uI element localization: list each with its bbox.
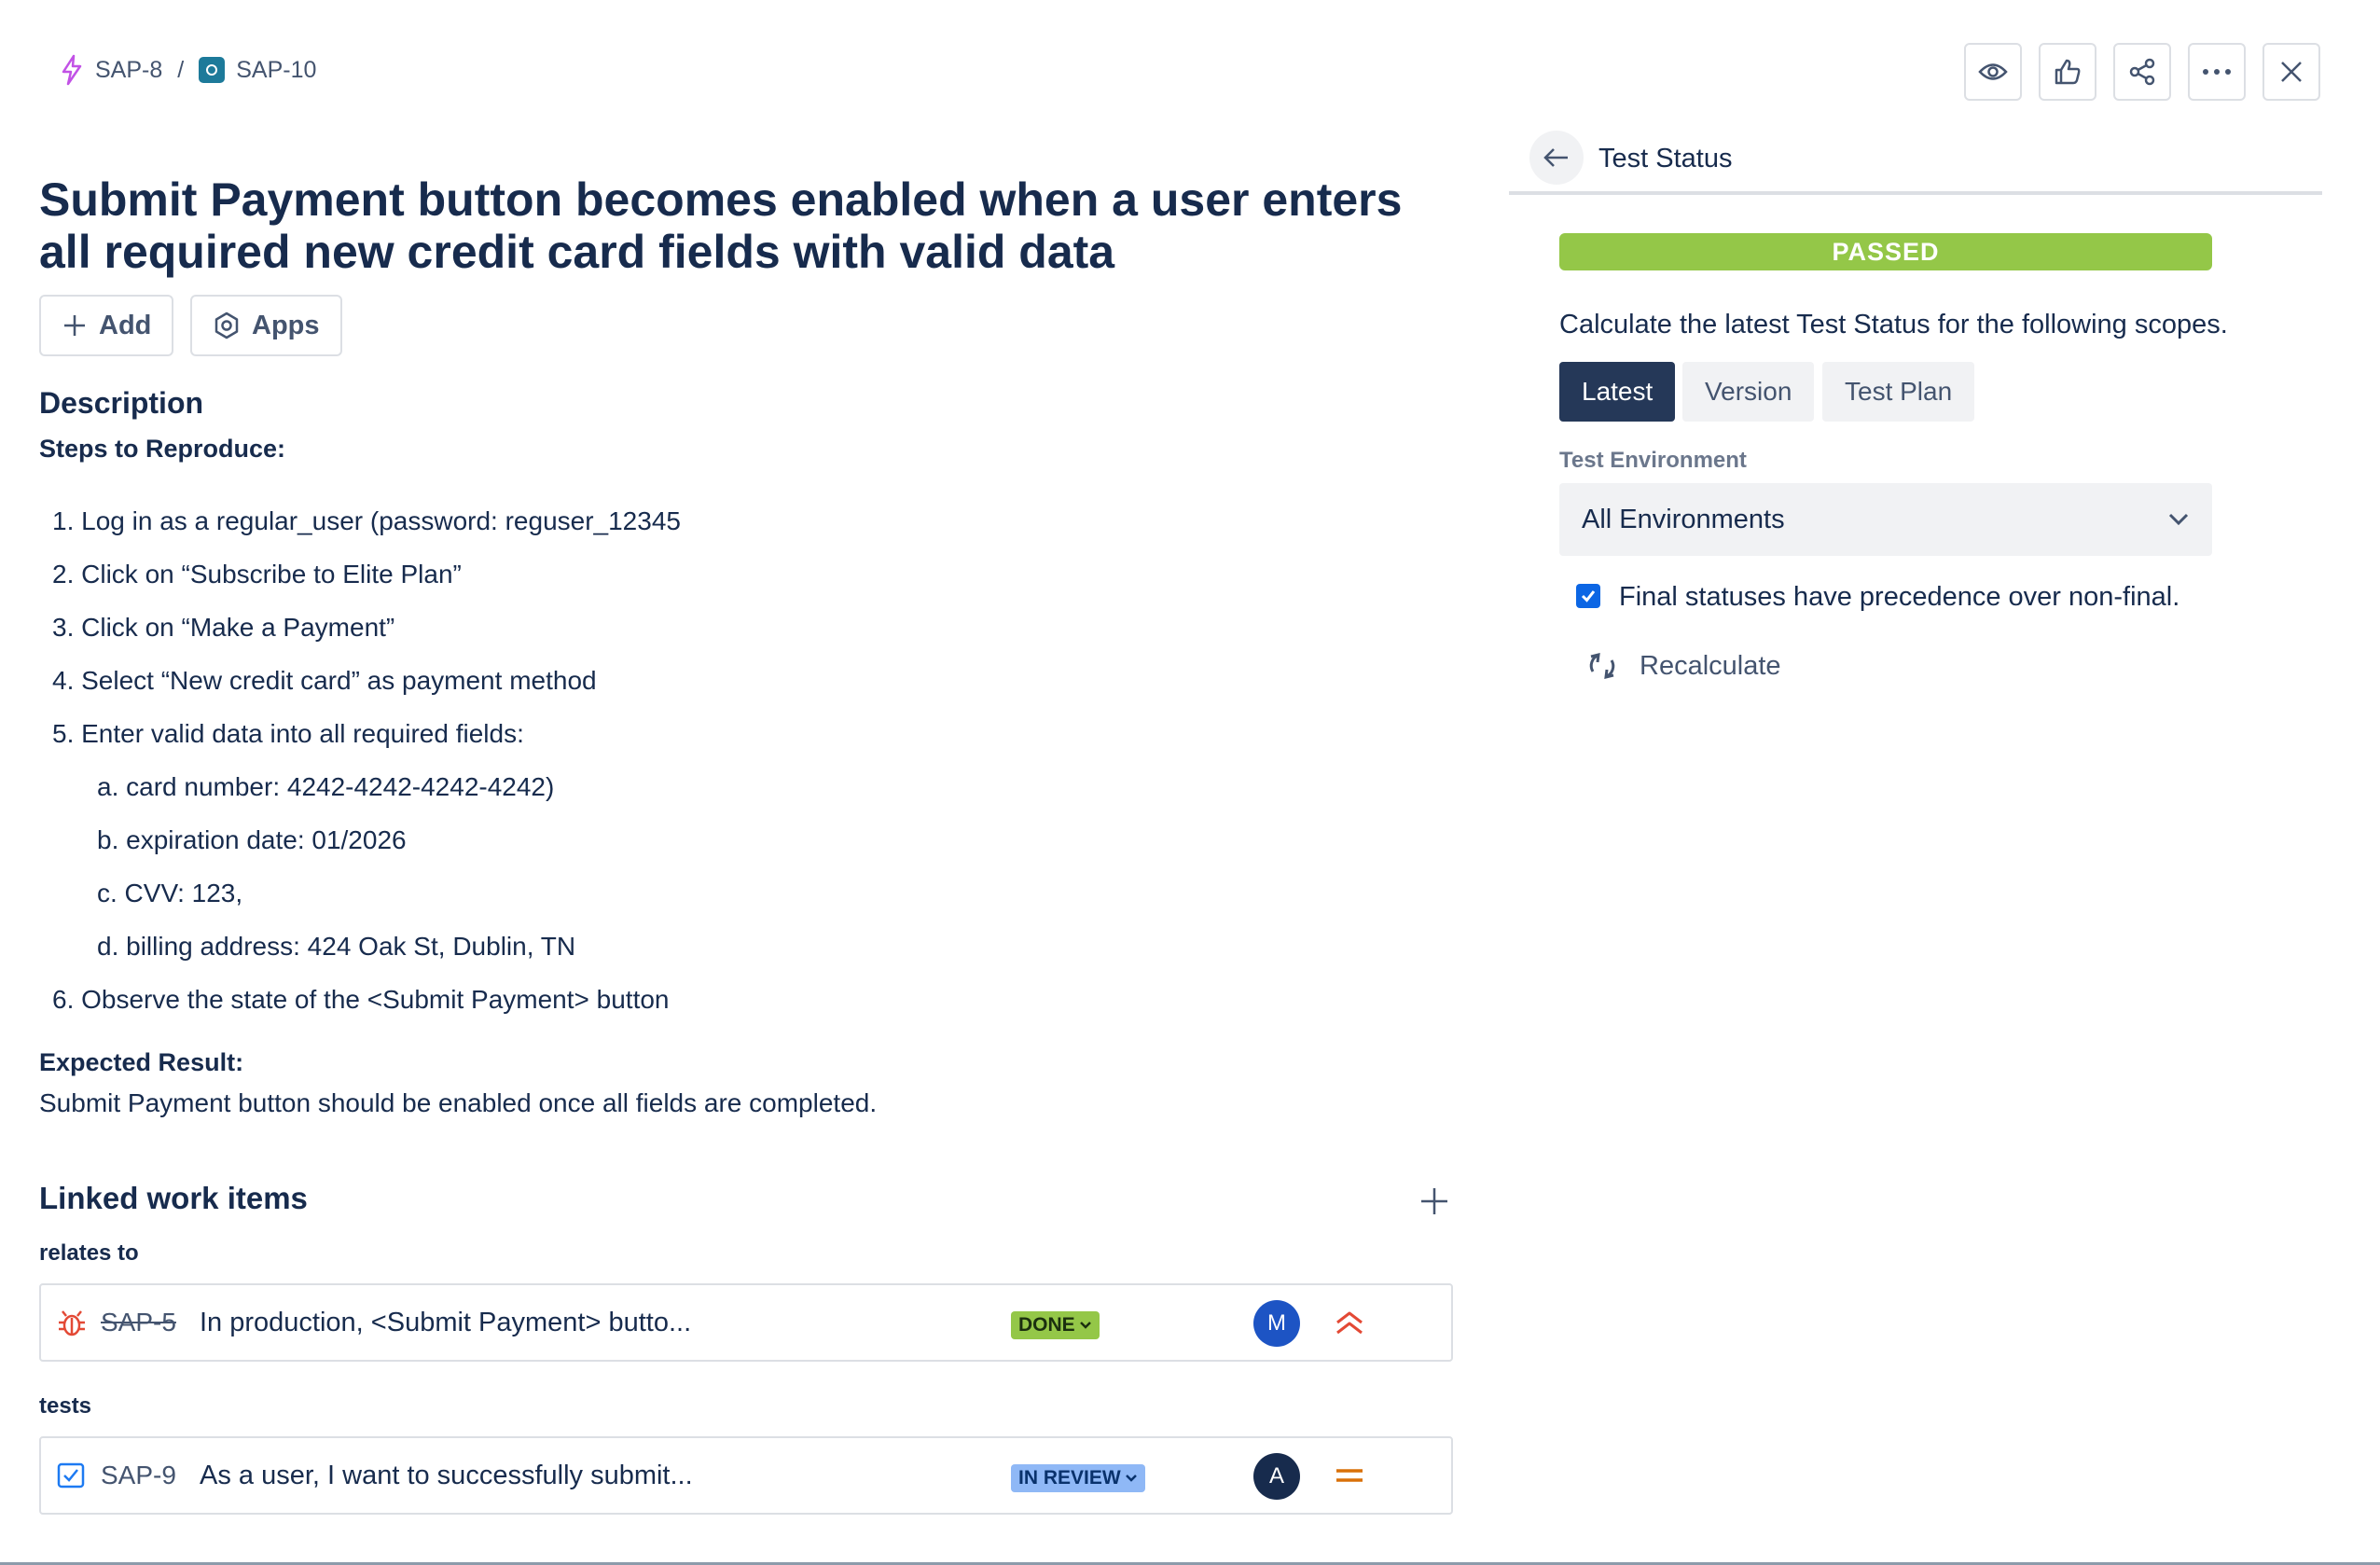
add-link-button[interactable]	[1419, 1186, 1449, 1221]
linked-item-row[interactable]: SAP-9 As a user, I want to successfully …	[39, 1436, 1453, 1515]
test-environment-label: Test Environment	[1559, 448, 1747, 473]
checkmark-icon	[1581, 590, 1596, 602]
step-item: 3. Click on “Make a Payment”	[52, 613, 395, 642]
checkbox-icon	[57, 1462, 85, 1489]
add-button[interactable]: Add	[39, 295, 174, 356]
expected-heading: Expected Result:	[39, 1048, 244, 1076]
thumbs-up-icon	[2055, 59, 2081, 85]
scope-latest-button[interactable]: Latest	[1559, 362, 1676, 422]
status-label: DONE	[1018, 1314, 1075, 1336]
status-badge[interactable]: IN REVIEW	[1011, 1464, 1145, 1492]
avatar[interactable]: M	[1253, 1300, 1300, 1347]
test-icon	[199, 57, 226, 83]
step-item: 6. Observe the state of the <Submit Paym…	[52, 985, 670, 1014]
share-icon	[2129, 58, 2155, 86]
chevron-down-icon	[1079, 1322, 1091, 1329]
calc-description: Calculate the latest Test Status for the…	[1559, 310, 2228, 339]
more-icon	[2203, 69, 2231, 75]
step-item: 5. Enter valid data into all required fi…	[52, 719, 524, 748]
status-badge[interactable]: DONE	[1011, 1311, 1100, 1339]
add-button-label: Add	[99, 310, 152, 340]
arrow-left-icon	[1543, 148, 1568, 167]
linked-items-heading: Linked work items	[39, 1181, 308, 1215]
linked-item-key[interactable]: SAP-5	[101, 1308, 176, 1337]
breadcrumb-current-key: SAP-10	[236, 56, 317, 83]
plus-icon	[64, 315, 85, 336]
expected-text: Submit Payment button should be enabled …	[39, 1088, 878, 1117]
test-status-badge: PASSED	[1559, 233, 2212, 270]
steps-heading: Steps to Reproduce:	[39, 435, 286, 463]
watch-button[interactable]	[1964, 43, 2022, 101]
description-heading: Description	[39, 386, 204, 420]
back-button[interactable]	[1529, 131, 1584, 185]
eye-icon	[1978, 63, 2008, 80]
step-subitem: c. CVV: 123,	[97, 879, 243, 907]
test-environment-value: All Environments	[1582, 504, 1785, 534]
medium-priority-icon	[1336, 1469, 1363, 1482]
breadcrumb-parent-key: SAP-8	[95, 56, 163, 83]
panel-title: Test Status	[1598, 144, 1733, 173]
bug-icon	[59, 1310, 85, 1336]
more-actions-button[interactable]	[2188, 43, 2246, 101]
vote-button[interactable]	[2039, 43, 2096, 101]
panel-divider	[1509, 191, 2322, 195]
breadcrumb: SAP-8 / SAP-10	[60, 54, 316, 86]
lightning-icon	[62, 54, 82, 86]
breadcrumb-separator: /	[177, 56, 185, 83]
recalculate-label: Recalculate	[1640, 650, 1781, 681]
share-button[interactable]	[2113, 43, 2171, 101]
step-item: 4. Select “New credit card” as payment m…	[52, 666, 597, 695]
scope-test-plan-button[interactable]: Test Plan	[1822, 362, 1975, 422]
apps-button[interactable]: Apps	[190, 295, 342, 356]
status-label: IN REVIEW	[1018, 1467, 1121, 1489]
step-item: 1. Log in as a regular_user (password: r…	[52, 506, 681, 535]
issue-title[interactable]: Submit Payment button becomes enabled wh…	[39, 173, 1457, 278]
linked-item-summary[interactable]: As a user, I want to successfully submit…	[200, 1461, 693, 1491]
linked-item-key[interactable]: SAP-9	[101, 1461, 176, 1490]
step-item: 2. Click on “Subscribe to Elite Plan”	[52, 560, 462, 589]
step-subitem: a. card number: 4242-4242-4242-4242)	[97, 772, 555, 801]
chevron-down-icon	[2168, 513, 2189, 526]
step-subitem: b. expiration date: 01/2026	[97, 825, 407, 854]
close-icon	[2281, 62, 2302, 82]
close-button[interactable]	[2262, 43, 2320, 101]
breadcrumb-current[interactable]: SAP-10	[199, 57, 316, 84]
apps-button-label: Apps	[252, 310, 320, 340]
refresh-icon	[1589, 653, 1615, 679]
final-status-checkbox[interactable]	[1576, 584, 1600, 608]
linked-item-summary[interactable]: In production, <Submit Payment> butto...	[200, 1308, 691, 1338]
avatar[interactable]: A	[1253, 1453, 1300, 1500]
apps-icon	[214, 312, 239, 339]
scope-version-button[interactable]: Version	[1682, 362, 1815, 422]
steps-list: 1. Log in as a regular_user (password: r…	[52, 494, 681, 1026]
highest-priority-icon	[1336, 1311, 1363, 1335]
step-subitem: d. billing address: 424 Oak St, Dublin, …	[97, 932, 576, 961]
link-group-label: relates to	[39, 1240, 139, 1266]
plus-icon	[1421, 1188, 1447, 1214]
recalculate-button[interactable]: Recalculate	[1585, 649, 1781, 683]
final-status-label[interactable]: Final statuses have precedence over non-…	[1619, 582, 2179, 613]
chevron-down-icon	[1125, 1475, 1137, 1482]
test-environment-select[interactable]: All Environments	[1559, 483, 2212, 556]
linked-item-row[interactable]: SAP-5 In production, <Submit Payment> bu…	[39, 1283, 1453, 1362]
link-group-label: tests	[39, 1393, 92, 1419]
breadcrumb-parent[interactable]: SAP-8	[60, 54, 162, 86]
